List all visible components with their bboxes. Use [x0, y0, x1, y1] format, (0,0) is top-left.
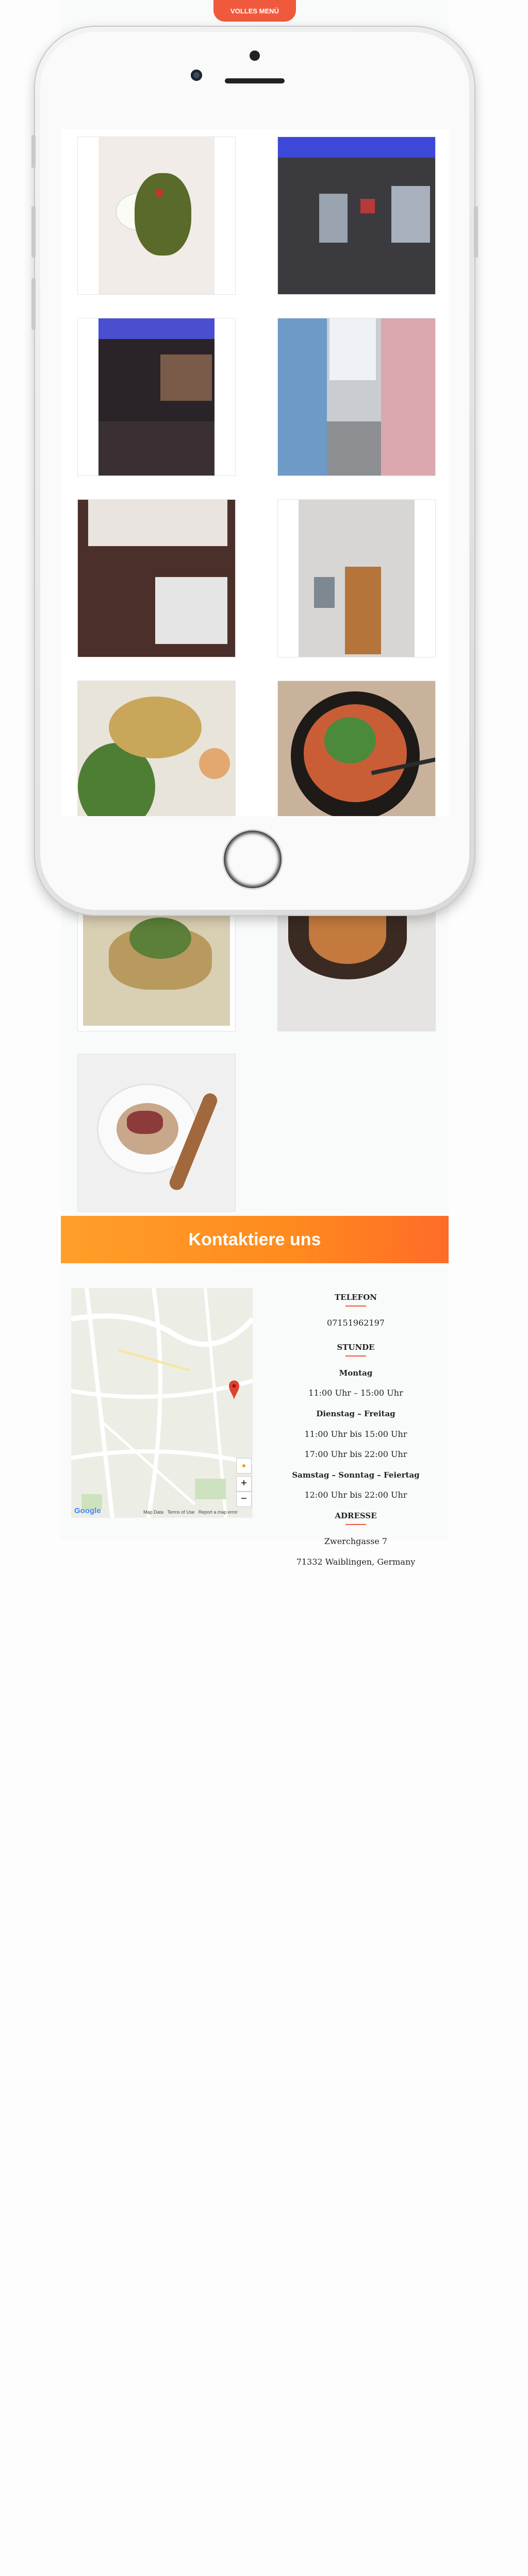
zoom-out-button[interactable]: −	[236, 1492, 252, 1507]
monday-label: Montag	[339, 1368, 373, 1378]
photo-tables	[98, 421, 214, 476]
gallery-item-2[interactable]	[277, 137, 436, 295]
address-label: ADRESSE	[335, 1511, 377, 1520]
photo-greens	[129, 918, 191, 959]
photo-windows	[88, 500, 227, 546]
earpiece-speaker	[225, 78, 285, 83]
mute-switch	[31, 135, 36, 168]
photo-door	[345, 567, 381, 654]
map-footer-links[interactable]: Map Data Terms of Use Report a map error	[143, 1510, 238, 1515]
photo-sky	[329, 318, 376, 380]
photo-window	[314, 577, 335, 608]
photo-greens	[324, 717, 376, 764]
contact-heading: Kontaktiere uns	[61, 1216, 449, 1263]
full-menu-button[interactable]: VOLLES MENÜ	[213, 0, 296, 22]
photo-wall-left	[278, 318, 327, 476]
photo-wall-right	[381, 318, 435, 476]
photo-beef	[127, 1111, 163, 1134]
divider	[345, 1355, 366, 1357]
volume-up-button	[31, 206, 36, 258]
map-roads	[71, 1288, 253, 1518]
photo-bar	[160, 354, 212, 401]
phone-label: TELEFON	[334, 1293, 377, 1302]
volume-down-button	[31, 278, 36, 330]
location-map[interactable]: ● + − Google Map Data Terms of Use Repor…	[71, 1288, 253, 1518]
home-button[interactable]	[224, 831, 282, 888]
street-view-icon[interactable]: ●	[236, 1458, 252, 1473]
tue-fri-hours-2: 17:00 Uhr bis 22:00 Uhr	[304, 1449, 407, 1459]
google-logo: Google	[74, 1506, 101, 1515]
weekend-label: Samstag – Sonntag – Feiertag	[292, 1470, 420, 1480]
photo-blue-light	[98, 318, 214, 339]
divider	[345, 1306, 366, 1307]
front-camera-icon	[250, 50, 260, 61]
gallery-item-8[interactable]	[277, 681, 436, 816]
zoom-in-button[interactable]: +	[236, 1476, 252, 1492]
photo-sign	[360, 199, 375, 213]
gallery-item-7[interactable]	[77, 681, 236, 816]
gallery-item-5[interactable]	[77, 499, 236, 657]
gallery-item-4[interactable]	[277, 318, 436, 476]
photo-window-left	[319, 194, 348, 243]
photo-street	[327, 421, 381, 476]
tue-fri-hours-1: 11:00 Uhr bis 15:00 Uhr	[304, 1429, 407, 1439]
gallery-item-11[interactable]	[77, 1054, 236, 1212]
weekend-hours: 12:00 Uhr bis 22:00 Uhr	[304, 1490, 407, 1500]
monday-hours: 11:00 Uhr – 15:00 Uhr	[308, 1388, 403, 1398]
phone-screen	[61, 129, 449, 816]
gallery-item-3[interactable]	[77, 318, 236, 476]
gallery-item-9[interactable]	[77, 896, 236, 1031]
divider	[345, 1524, 366, 1525]
hours-label: STUNDE	[337, 1343, 375, 1352]
photo-sauce	[199, 748, 230, 779]
photo-greens	[135, 173, 191, 256]
address-city: 71332 Waiblingen, Germany	[296, 1557, 416, 1567]
photo-garnish	[155, 189, 163, 197]
address-street: Zwerchgasse 7	[324, 1536, 388, 1546]
photo-placemats	[155, 577, 227, 644]
proximity-sensor-icon	[191, 70, 202, 81]
gallery-item-6[interactable]	[277, 499, 436, 657]
photo-window-right	[391, 186, 430, 243]
tue-fri-label: Dienstag – Freitag	[316, 1409, 395, 1418]
photo-shrimp	[309, 907, 386, 964]
phone-number[interactable]: 07151962197	[268, 1318, 443, 1328]
photo-omelette	[109, 697, 202, 758]
photo-blue-light	[278, 137, 435, 158]
gallery-item-10[interactable]	[277, 896, 436, 1031]
gallery-item-1[interactable]	[77, 137, 236, 295]
power-button	[474, 206, 478, 258]
